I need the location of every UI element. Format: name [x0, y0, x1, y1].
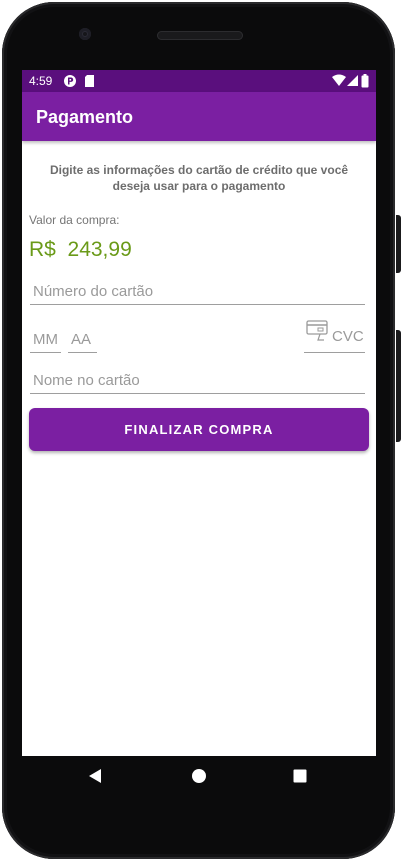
page-title: Pagamento [36, 107, 134, 127]
expiry-year-field[interactable]: AA [68, 324, 97, 353]
card-name-placeholder: Nome no cartão [33, 372, 140, 389]
card-number-placeholder: Número do cartão [33, 283, 154, 300]
status-bar: 4:59 [22, 70, 376, 92]
wifi-icon [332, 74, 346, 92]
power-button [396, 215, 401, 273]
expiry-month-placeholder: MM [33, 331, 58, 348]
app-bar: Pagamento [22, 92, 376, 141]
home-icon[interactable] [184, 761, 214, 791]
finalize-purchase-button[interactable]: FINALIZAR COMPRA [29, 408, 369, 451]
front-camera [79, 28, 91, 40]
amount-label: Valor da compra: [29, 213, 120, 227]
recents-icon[interactable] [285, 761, 315, 791]
expiry-year-placeholder: AA [71, 331, 92, 348]
back-icon[interactable] [80, 761, 110, 791]
earpiece-speaker [157, 31, 243, 40]
cvc-field[interactable]: CVC [304, 320, 365, 353]
volume-button [396, 330, 401, 442]
sd-card-icon [84, 74, 95, 93]
app-notification-icon [63, 74, 77, 93]
card-number-field[interactable]: Número do cartão [30, 277, 365, 305]
expiry-month-field[interactable]: MM [30, 324, 61, 353]
amount-value: R$ 243,99 [29, 238, 132, 261]
app-screen: 4:59 Pagamento Digite as informações do … [22, 70, 376, 756]
signal-icon [346, 74, 358, 92]
payment-instructions: Digite as informações do cartão de crédi… [49, 163, 349, 193]
status-time: 4:59 [29, 74, 53, 88]
credit-card-icon [306, 320, 330, 347]
card-name-field[interactable]: Nome no cartão [30, 366, 365, 394]
navigation-bar [22, 761, 376, 795]
cvc-placeholder: CVC [332, 328, 364, 345]
battery-icon [361, 74, 369, 93]
